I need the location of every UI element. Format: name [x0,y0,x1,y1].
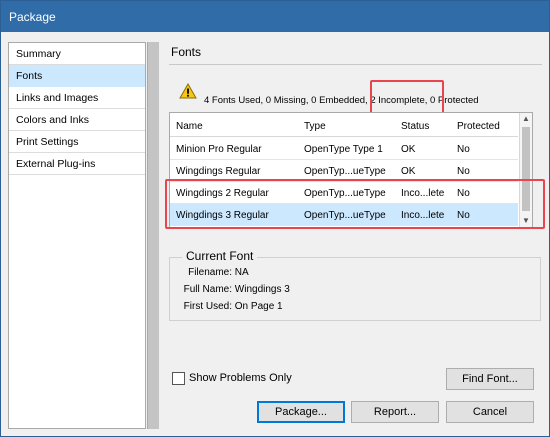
sidebar: Summary Fonts Links and Images Colors an… [8,42,146,429]
title-bar: Package [1,1,549,32]
sidebar-item-print-settings[interactable]: Print Settings [9,131,145,153]
font-type: OpenType Type 1 [304,144,383,155]
table-row[interactable]: Wingdings 2 Regular OpenTyp...ueType Inc… [170,182,518,204]
font-type: OpenTyp...ueType [304,210,386,221]
column-header-protected[interactable]: Protected [457,121,500,132]
scroll-down-icon[interactable]: ▼ [522,216,530,225]
find-font-button[interactable]: Find Font... [446,368,534,390]
scroll-up-icon[interactable]: ▲ [522,114,530,123]
table-row[interactable]: Wingdings Regular OpenTyp...ueType OK No [170,160,518,182]
font-status: OK [401,144,416,155]
filename-value: NA [234,267,249,278]
font-status: Inco...lete [401,210,445,221]
font-protected: No [457,166,470,177]
font-status: Inco...lete [401,188,445,199]
fullname-value: Wingdings 3 [234,284,290,295]
package-dialog: Package Summary Fonts Links and Images C… [0,0,550,437]
package-button[interactable]: Package... [257,401,345,423]
show-problems-label[interactable]: Show Problems Only [189,372,292,384]
current-font-title: Current Font [182,249,258,263]
font-type: OpenTyp...ueType [304,188,386,199]
table-scrollbar[interactable]: ▲ ▼ [519,113,532,227]
cancel-button[interactable]: Cancel [446,401,534,423]
font-protected: No [457,144,470,155]
show-problems-checkbox[interactable] [172,372,185,385]
sidebar-item-summary[interactable]: Summary [9,43,145,65]
fonts-summary: 4 Fonts Used, 0 Missing, 0 Embedded, 2 I… [204,95,479,106]
firstused-label: First Used: [183,301,232,312]
report-button[interactable]: Report... [351,401,439,423]
font-type: OpenTyp...ueType [304,166,386,177]
table-header: Name Type Status Protected [170,113,518,137]
sidebar-item-external-plug-ins[interactable]: External Plug-ins [9,153,145,175]
font-name: Wingdings Regular [176,166,261,177]
section-title: Fonts [171,45,202,59]
scroll-thumb[interactable] [522,127,530,211]
font-protected: No [457,188,470,199]
font-name: Wingdings 2 Regular [176,188,269,199]
sidebar-item-links-and-images[interactable]: Links and Images [9,87,145,109]
sidebar-item-fonts[interactable]: Fonts [9,65,145,87]
font-protected: No [457,210,470,221]
sidebar-scrollbar[interactable] [147,42,159,429]
fonts-table: Name Type Status Protected Minion Pro Re… [169,112,533,228]
column-header-status[interactable]: Status [401,121,429,132]
firstused-value: On Page 1 [234,301,283,312]
column-header-name[interactable]: Name [176,121,203,132]
filename-info: Filename: NA [187,267,249,278]
font-name: Wingdings 3 Regular [176,210,269,221]
table-row-selected[interactable]: Wingdings 3 Regular OpenTyp...ueType Inc… [170,204,518,226]
firstused-info: First Used: On Page 1 [179,301,283,312]
section-divider [169,64,542,65]
warning-triangle-icon [179,83,197,99]
font-status: OK [401,166,416,177]
font-name: Minion Pro Regular [176,144,262,155]
column-header-type[interactable]: Type [304,121,326,132]
filename-label: Filename: [188,267,232,278]
window-title: Package [9,10,56,24]
table-row[interactable]: Minion Pro Regular OpenType Type 1 OK No [170,138,518,160]
sidebar-item-colors-and-inks[interactable]: Colors and Inks [9,109,145,131]
fullname-info: Full Name: Wingdings 3 [183,284,290,295]
fullname-label: Full Name: [183,284,232,295]
